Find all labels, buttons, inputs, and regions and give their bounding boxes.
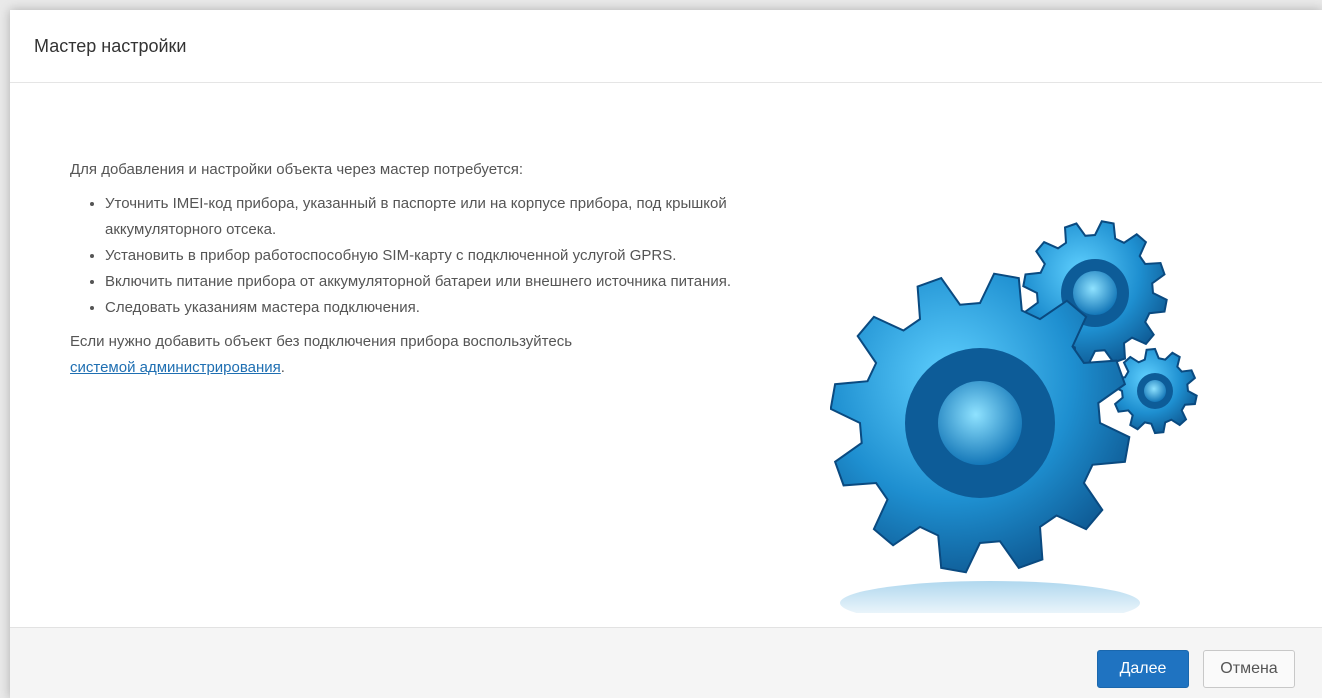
list-item: Уточнить IMEI-код прибора, указанный в п… (105, 191, 760, 243)
list-item: Следовать указаниям мастера подключения. (105, 295, 760, 321)
gear-big (830, 272, 1131, 574)
list-item: Включить питание прибора от аккумуляторн… (105, 269, 760, 295)
list-item: Установить в прибор работоспособную SIM-… (105, 243, 760, 269)
dialog-body: Для добавления и настройки объекта через… (10, 83, 1322, 629)
dialog-header: Мастер настройки (10, 10, 1322, 83)
requirements-list: Уточнить IMEI-код прибора, указанный в п… (70, 191, 760, 321)
setup-wizard-dialog: Мастер настройки Для добавления и настро… (10, 10, 1322, 698)
dialog-footer: Далее Отмена (10, 627, 1322, 698)
next-button[interactable]: Далее (1097, 650, 1189, 688)
gear-reflection (840, 581, 1140, 613)
dialog-title: Мастер настройки (34, 35, 187, 56)
admin-note: Если нужно добавить объект без подключен… (70, 329, 760, 381)
admin-note-text: Если нужно добавить объект без подключен… (70, 333, 573, 350)
intro-text: Для добавления и настройки объекта через… (70, 161, 524, 178)
gears-icon (830, 220, 1198, 613)
admin-note-suffix: . (280, 359, 285, 376)
instructions: Для добавления и настройки объекта через… (70, 157, 760, 381)
gear-tiny (1112, 347, 1198, 435)
admin-system-link[interactable]: системой администрирования (70, 359, 281, 376)
cancel-button[interactable]: Отмена (1203, 650, 1295, 688)
